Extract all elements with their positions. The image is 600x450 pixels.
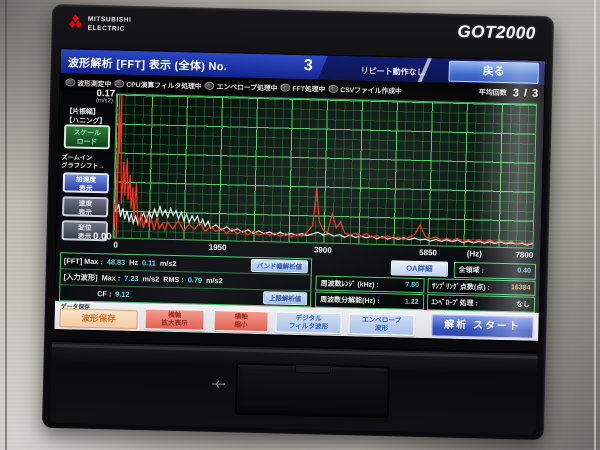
chart-sidebar: 0.17 (m/s2) 【片振幅】 【ハニング】 スケール ロード ズームイン … bbox=[56, 90, 116, 252]
fft-trace-svg bbox=[114, 95, 536, 248]
chart-wrapper: 0 1950 3900 5850 (Hz) 7800 bbox=[112, 92, 544, 263]
x-axis-unit: (Hz) bbox=[467, 249, 482, 258]
x-tick: 3900 bbox=[314, 245, 332, 254]
freq-range-value: 7.80 bbox=[405, 282, 419, 289]
rms-value: 0.79 bbox=[188, 275, 202, 284]
got2000-hmi-device: MITSUBISHI ELECTRIC GOT2000 波形解析 [FFT] 表… bbox=[42, 4, 554, 440]
envelope-waveform-button[interactable]: エンベロープ 波形 bbox=[348, 313, 414, 336]
average-count: 平均回数 3 / 3 bbox=[479, 86, 540, 99]
band-analysis-button[interactable]: バンド幅解析値 bbox=[251, 259, 308, 273]
envelope-value: なし bbox=[516, 300, 530, 310]
status-lamp-icon bbox=[328, 84, 338, 92]
back-button[interactable]: 戻る bbox=[448, 61, 538, 84]
fft-chart bbox=[113, 94, 537, 249]
sampling-cell: ｻﾝﾌﾟﾘﾝｸﾞ点数(点) : 16384 bbox=[427, 278, 536, 296]
status-lamp-icon bbox=[280, 83, 290, 91]
y-axis-unit: (m/s2) bbox=[96, 98, 113, 104]
overall-value: 0.40 bbox=[517, 268, 531, 275]
x-tick: 7800 bbox=[515, 250, 533, 259]
status-lamp-icon bbox=[205, 81, 215, 89]
velocity-display-button[interactable]: 速度 表示 bbox=[62, 196, 108, 217]
main-area: 0.17 (m/s2) 【片振幅】 【ハニング】 スケール ロード ズームイン … bbox=[56, 90, 544, 263]
acceleration-display-button[interactable]: 加速度 表示 bbox=[63, 172, 109, 193]
spacer bbox=[316, 258, 389, 275]
mitsubishi-logo: MITSUBISHI ELECTRIC bbox=[68, 14, 132, 35]
usb-interface-cover[interactable] bbox=[235, 363, 390, 419]
lamp-cpu-filter: CPU演算フィルタ処理中 bbox=[114, 78, 202, 90]
y-axis-min: 0.00 bbox=[93, 231, 112, 242]
x-axis-zoom-in-button[interactable]: 横軸 拡大表示 bbox=[144, 308, 204, 330]
panel-seam-left bbox=[5, 0, 7, 450]
x-axis-zoom-out-button[interactable]: 横軸 縮小 bbox=[213, 309, 268, 331]
brand-line2: ELECTRIC bbox=[88, 24, 125, 32]
brand-line1: MITSUBISHI bbox=[88, 16, 132, 24]
x-tick: 5850 bbox=[419, 248, 437, 257]
digital-filter-waveform-button[interactable]: デジタル フィルタ波形 bbox=[275, 311, 341, 334]
usb-port-icon bbox=[211, 376, 225, 394]
mitsubishi-diamond-icon bbox=[68, 14, 83, 33]
fft-readout-panel: [FFT] Max : 48.83 Hz 0.11 m/s2 バンド幅解析値 [… bbox=[59, 252, 312, 307]
got2000-logo: GOT2000 bbox=[457, 22, 536, 44]
touch-screen: 波形解析 [FFT] 表示 (全体) No. 3 リピート動作なし 戻る 波形測… bbox=[53, 48, 546, 342]
input-max-value: 7.23 bbox=[124, 274, 138, 283]
status-lamp-icon bbox=[114, 79, 124, 87]
lamp-csv: CSVファイル作成中 bbox=[328, 83, 402, 95]
fft-max-amplitude: 0.11 bbox=[142, 258, 156, 267]
lamp-envelope: エンベロープ処理中 bbox=[205, 80, 278, 92]
lamp-measuring: 波形測定中 bbox=[65, 77, 111, 88]
sampling-value: 16384 bbox=[511, 284, 531, 291]
waveform-number: 3 bbox=[304, 57, 313, 75]
crest-factor-value: 9.12 bbox=[115, 290, 129, 299]
oa-detail-button[interactable]: OA詳細 bbox=[391, 261, 448, 277]
device-lower-housing bbox=[50, 340, 538, 435]
cover-latch bbox=[295, 364, 331, 374]
settings-readout-panel: OA詳細 全領域 : 0.40 周波数ﾚﾝｼﾞ (kHz) : 7.80 ｻﾝﾌ… bbox=[315, 258, 536, 312]
waveform-save-button[interactable]: 波形保存 bbox=[59, 308, 137, 329]
freq-range-cell: 周波数ﾚﾝｼﾞ (kHz) : 7.80 bbox=[315, 275, 424, 293]
page-title: 波形解析 [FFT] 表示 (全体) No. bbox=[68, 54, 228, 74]
save-note-label: データ保存 bbox=[61, 301, 90, 311]
lamp-fft: FFT処理中 bbox=[280, 82, 325, 93]
status-lamp-icon bbox=[65, 78, 75, 86]
repeat-status: リピート動作なし bbox=[361, 65, 425, 78]
housing-edge-highlight bbox=[52, 344, 538, 359]
fft-max-frequency: 48.83 bbox=[107, 257, 125, 266]
analysis-start-button[interactable]: 解析 スタート bbox=[431, 314, 534, 338]
overall-cell: 全領域 : 0.40 bbox=[453, 262, 536, 280]
zoom-hint-label: ズームイン グラフシフト→ bbox=[61, 154, 105, 172]
resolution-value: 1.22 bbox=[405, 298, 419, 305]
scale-load-button[interactable]: スケール ロード bbox=[64, 124, 111, 149]
panel-seam-right bbox=[594, 0, 596, 450]
brand-text: MITSUBISHI ELECTRIC bbox=[88, 16, 132, 33]
x-tick: 0 bbox=[113, 240, 118, 249]
upper-limit-analysis-button[interactable]: 上限解析値 bbox=[263, 291, 307, 305]
x-tick: 1950 bbox=[209, 243, 227, 252]
